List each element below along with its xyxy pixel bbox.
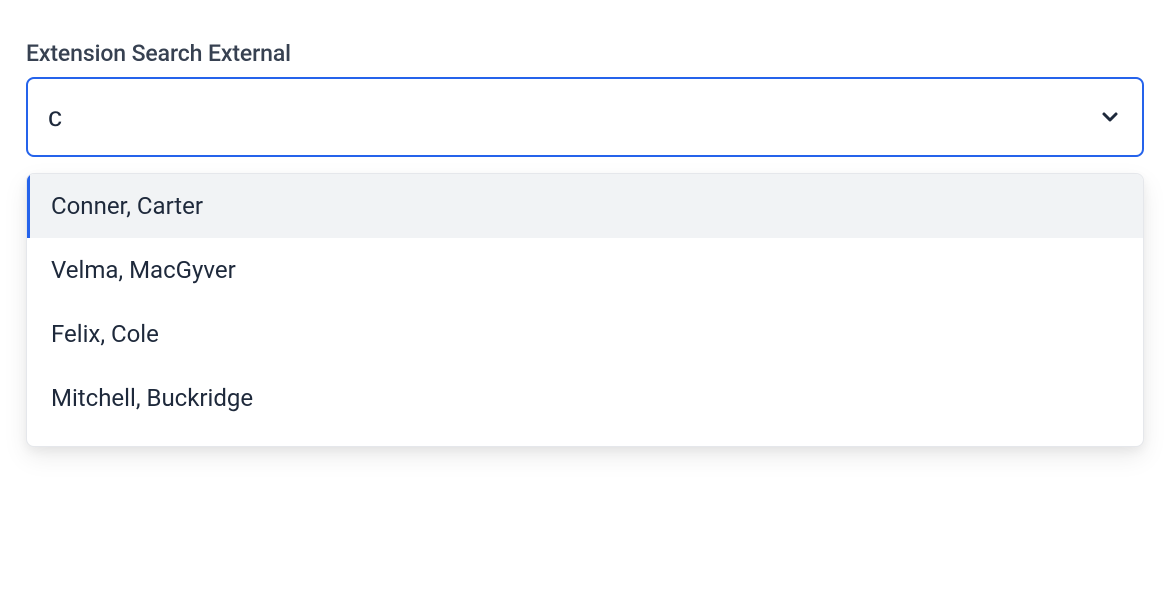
search-input[interactable] [48, 101, 1098, 133]
combobox: Conner, CarterVelma, MacGyverFelix, Cole… [26, 77, 1144, 447]
dropdown-list: Conner, CarterVelma, MacGyverFelix, Cole… [26, 173, 1144, 447]
dropdown-option[interactable]: Felix, Cole [27, 302, 1143, 366]
chevron-down-icon[interactable] [1098, 105, 1122, 129]
dropdown-option[interactable]: Mitchell, Buckridge [27, 366, 1143, 430]
dropdown-option[interactable]: Conner, Carter [27, 174, 1143, 238]
field-label: Extension Search External [26, 40, 1144, 67]
combobox-input-wrapper[interactable] [26, 77, 1144, 157]
dropdown-option[interactable]: Velma, MacGyver [27, 238, 1143, 302]
